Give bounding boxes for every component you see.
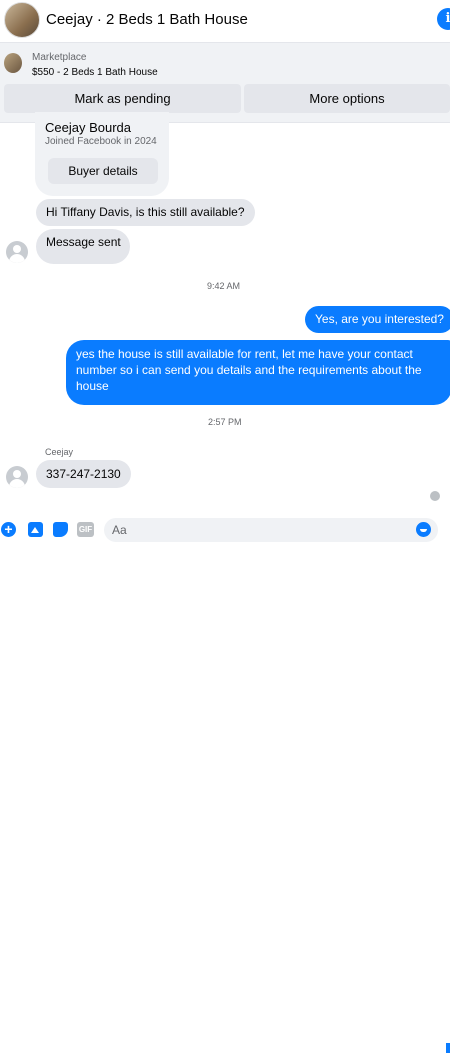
emoji-icon[interactable] bbox=[416, 522, 431, 537]
like-icon[interactable] bbox=[446, 1043, 450, 1053]
buyer-card: Ceejay Bourda Joined Facebook in 2024 Bu… bbox=[35, 112, 169, 196]
message-bubble-outgoing[interactable]: Yes, are you interested? bbox=[305, 306, 450, 333]
buyer-name: Ceejay Bourda bbox=[45, 120, 131, 135]
sender-name: Ceejay bbox=[45, 447, 74, 457]
contact-avatar-small[interactable] bbox=[6, 466, 28, 488]
message-bubble-incoming[interactable]: Hi Tiffany Davis, is this still availabl… bbox=[36, 199, 255, 226]
image-icon[interactable] bbox=[28, 522, 43, 537]
listing-title[interactable]: $550 - 2 Beds 1 Bath House bbox=[32, 67, 158, 78]
buyer-joined: Joined Facebook in 2024 bbox=[45, 136, 157, 147]
message-bubble-incoming[interactable]: Message sent bbox=[36, 229, 130, 264]
chat-header: Ceejay · 2 Beds 1 Bath House i bbox=[0, 0, 450, 43]
gif-icon[interactable]: GIF bbox=[77, 522, 94, 537]
mark-as-pending-button[interactable]: Mark as pending bbox=[4, 84, 241, 113]
sticker-icon[interactable] bbox=[53, 522, 68, 537]
chat-title[interactable]: Ceejay · 2 Beds 1 Bath House bbox=[46, 11, 248, 28]
contact-avatar[interactable] bbox=[4, 2, 40, 38]
marketplace-label: Marketplace bbox=[32, 52, 87, 63]
listing-thumbnail[interactable] bbox=[4, 53, 22, 73]
plus-icon[interactable]: + bbox=[1, 522, 16, 537]
message-bubble-incoming[interactable]: 337-247-2130 bbox=[36, 460, 131, 488]
buyer-details-button[interactable]: Buyer details bbox=[48, 158, 158, 184]
composer: + GIF bbox=[0, 515, 450, 1053]
seen-avatar-icon bbox=[430, 491, 440, 501]
contact-avatar-small[interactable] bbox=[6, 241, 28, 263]
timestamp: 2:57 PM bbox=[208, 417, 242, 427]
more-options-button[interactable]: More options bbox=[244, 84, 450, 113]
timestamp: 9:42 AM bbox=[207, 281, 241, 291]
message-input-container[interactable] bbox=[104, 518, 438, 542]
message-bubble-outgoing[interactable]: yes the house is still available for ren… bbox=[66, 340, 450, 405]
info-icon[interactable]: i bbox=[437, 8, 450, 30]
message-input[interactable] bbox=[112, 521, 402, 539]
marketplace-banner: Marketplace $550 - 2 Beds 1 Bath House M… bbox=[0, 43, 450, 123]
